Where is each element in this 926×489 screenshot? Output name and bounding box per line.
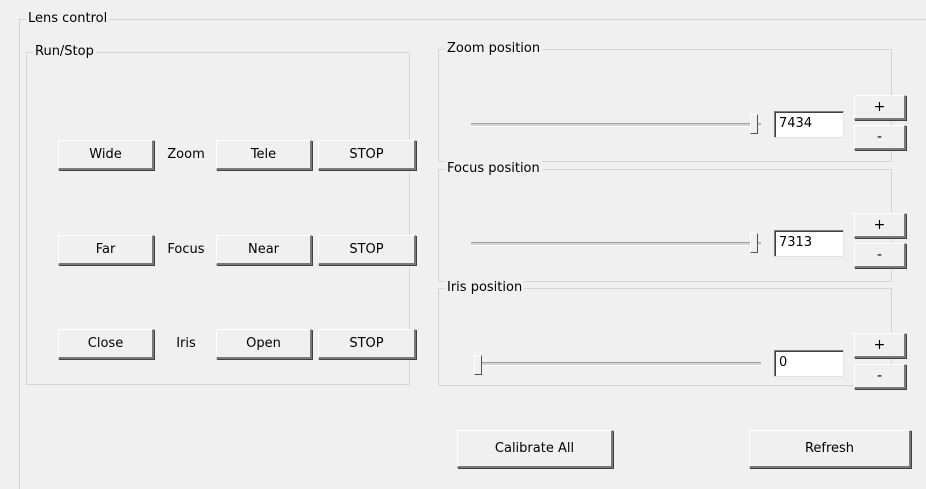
- zoom-slider-thumb[interactable]: [750, 114, 758, 134]
- focus-decrement-button[interactable]: -: [854, 243, 906, 268]
- zoom-tele-button[interactable]: Tele: [216, 140, 312, 170]
- zoom-position-group: Zoom position: [438, 41, 892, 162]
- iris-slider-track[interactable]: [478, 362, 761, 366]
- refresh-button[interactable]: Refresh: [749, 430, 911, 468]
- zoom-wide-button[interactable]: Wide: [58, 140, 154, 170]
- focus-far-button[interactable]: Far: [58, 235, 154, 265]
- iris-slider-thumb[interactable]: [474, 355, 482, 375]
- focus-near-button[interactable]: Near: [216, 235, 312, 265]
- iris-increment-button[interactable]: +: [854, 333, 906, 358]
- focus-slider-track[interactable]: [471, 242, 761, 246]
- focus-increment-button[interactable]: +: [854, 213, 906, 238]
- run-stop-title: Run/Stop: [33, 44, 96, 60]
- iris-decrement-button[interactable]: -: [854, 364, 906, 389]
- zoom-decrement-button[interactable]: -: [854, 125, 906, 150]
- zoom-stop-button[interactable]: STOP: [318, 140, 416, 170]
- iris-position-title: Iris position: [445, 280, 525, 296]
- focus-slider-thumb[interactable]: [750, 233, 758, 253]
- focus-stop-button[interactable]: STOP: [318, 235, 416, 265]
- iris-open-button[interactable]: Open: [216, 329, 312, 359]
- iris-position-field[interactable]: 0: [774, 350, 844, 377]
- iris-stop-button[interactable]: STOP: [318, 329, 416, 359]
- focus-position-field[interactable]: 7313: [774, 230, 844, 257]
- zoom-label: Zoom: [167, 147, 205, 162]
- zoom-slider-track[interactable]: [471, 123, 761, 127]
- calibrate-all-button[interactable]: Calibrate All: [457, 430, 613, 468]
- zoom-position-title: Zoom position: [445, 41, 543, 57]
- iris-label: Iris: [176, 336, 196, 351]
- iris-close-button[interactable]: Close: [58, 329, 154, 359]
- focus-position-title: Focus position: [445, 161, 542, 177]
- lens-control-title: Lens control: [26, 11, 110, 27]
- zoom-position-field[interactable]: 7434: [774, 111, 844, 138]
- focus-position-group: Focus position: [438, 161, 892, 282]
- focus-label: Focus: [167, 242, 205, 257]
- zoom-increment-button[interactable]: +: [854, 95, 906, 120]
